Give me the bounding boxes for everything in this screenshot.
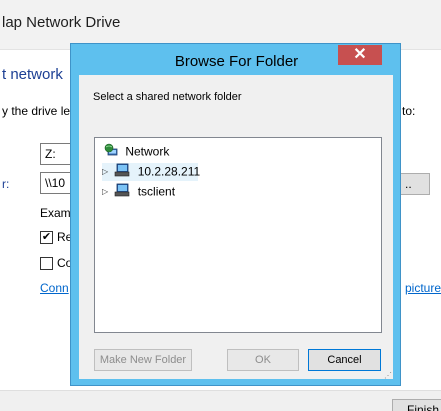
wizard-title: lap Network Drive xyxy=(2,14,121,31)
close-icon: ✕ xyxy=(353,46,367,63)
cancel-button[interactable]: Cancel xyxy=(308,349,381,371)
browse-for-folder-dialog: Browse For Folder ✕ Select a shared netw… xyxy=(70,43,401,386)
dialog-description: Select a shared network folder xyxy=(93,91,242,103)
tree-item-tsclient[interactable]: ▷ tsclient xyxy=(102,183,175,201)
computer-icon xyxy=(114,183,130,200)
tree-item-label: Network xyxy=(125,144,170,159)
resize-grip-icon[interactable]: ⋰ xyxy=(384,371,392,380)
network-globe-icon xyxy=(104,143,118,160)
dialog-body: Select a shared network folder Network ▷ xyxy=(79,75,393,380)
tree-item-server[interactable]: ▷ 10.2.28.211 xyxy=(102,163,201,181)
wizard-instruction: y the drive le xyxy=(2,104,71,118)
wizard-footer xyxy=(0,390,441,411)
tree-item-network[interactable]: Network xyxy=(104,143,169,161)
credentials-checkbox[interactable] xyxy=(40,257,53,270)
computer-icon xyxy=(114,163,130,180)
expand-arrow-icon[interactable]: ▷ xyxy=(102,167,111,176)
folder-tree[interactable]: Network ▷ 10.2.28.211 ▷ tsclient xyxy=(94,137,382,333)
reconnect-checkbox[interactable]: ✔ xyxy=(40,231,53,244)
ok-button[interactable]: OK xyxy=(227,349,299,371)
folder-label: r: xyxy=(2,177,10,191)
tree-item-label: tsclient xyxy=(137,184,176,199)
checkmark-icon: ✔ xyxy=(41,231,52,243)
picture-link[interactable]: picture xyxy=(405,281,441,295)
finish-button[interactable]: Finish xyxy=(392,399,441,411)
wizard-instruction-end: to: xyxy=(402,104,416,118)
tree-item-label: 10.2.28.211 xyxy=(137,164,201,179)
close-button[interactable]: ✕ xyxy=(338,45,382,65)
make-new-folder-button[interactable]: Make New Folder xyxy=(94,349,192,371)
wizard-heading: t network xyxy=(2,66,63,83)
expand-arrow-icon[interactable]: ▷ xyxy=(102,187,111,196)
